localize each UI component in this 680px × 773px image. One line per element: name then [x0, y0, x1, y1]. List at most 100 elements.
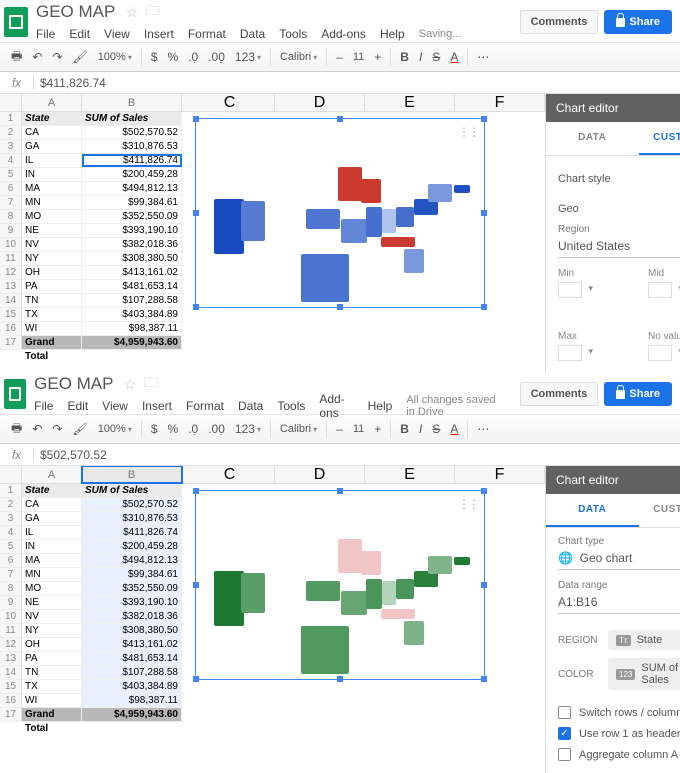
cell-state[interactable]: MA [22, 182, 82, 195]
menu-format[interactable]: Format [188, 27, 226, 41]
redo-icon[interactable]: ↷ [47, 50, 67, 64]
cell-state[interactable]: IN [22, 540, 82, 553]
data-row[interactable]: 16 WI $98,387.11 [0, 322, 185, 336]
cell-value[interactable]: $308,380.50 [82, 624, 182, 637]
col-D[interactable]: D [275, 466, 365, 483]
spreadsheet[interactable]: A B 1 State SUM of Sales 2 CA $502,570.5… [0, 94, 185, 372]
cell-state[interactable]: IN [22, 168, 82, 181]
row-number[interactable]: 13 [0, 652, 22, 665]
zoom-select[interactable]: 100%▾ [93, 423, 137, 435]
row-number[interactable]: 16 [0, 694, 22, 707]
text-color-icon[interactable]: A [445, 50, 463, 64]
cell-value[interactable]: $403,384.89 [82, 680, 182, 693]
menu-insert[interactable]: Insert [144, 27, 174, 41]
more-icon[interactable]: ⋯ [472, 50, 494, 64]
data-row[interactable]: 12 OH $413,161.02 [0, 638, 185, 652]
data-row[interactable]: 4 IL $411,826.74 [0, 154, 185, 168]
chart-selection[interactable]: ⋮⋮ [195, 490, 485, 680]
data-row[interactable]: 2 CA $502,570.52 [0, 126, 185, 140]
novalue-color[interactable] [648, 345, 672, 361]
cell-state[interactable]: PA [22, 652, 82, 665]
row-number[interactable]: 4 [0, 154, 22, 167]
region-pill[interactable]: TᴛState [608, 630, 680, 650]
resize-handle[interactable] [193, 582, 199, 588]
paint-icon[interactable]: 🖌 [67, 50, 92, 64]
cell-value[interactable]: $411,826.74 [82, 154, 182, 167]
bold-icon[interactable]: B [395, 50, 414, 64]
data-row[interactable]: 2 CA $502,570.52 [0, 498, 185, 512]
data-row[interactable]: 11 NY $308,380.50 [0, 624, 185, 638]
cell-value[interactable]: $393,190.10 [82, 596, 182, 609]
data-row[interactable]: 15 TX $403,384.89 [0, 680, 185, 694]
inc-font-icon[interactable]: + [369, 422, 386, 436]
menu-tools[interactable]: Tools [279, 27, 307, 41]
cell-value[interactable]: $481,653.14 [82, 280, 182, 293]
cell-value[interactable]: $352,550.09 [82, 582, 182, 595]
cell-value[interactable]: $413,161.02 [82, 266, 182, 279]
tab-data[interactable]: DATA [546, 494, 639, 527]
resize-handle[interactable] [481, 488, 487, 494]
resize-handle[interactable] [481, 582, 487, 588]
menu-edit[interactable]: Edit [69, 27, 90, 41]
menu-view[interactable]: View [104, 27, 130, 41]
menu-data[interactable]: Data [240, 27, 265, 41]
cell-value[interactable]: $310,876.53 [82, 140, 182, 153]
resize-handle[interactable] [193, 676, 199, 682]
menu-help[interactable]: Help [368, 399, 393, 413]
data-row[interactable]: 13 PA $481,653.14 [0, 280, 185, 294]
star-icon[interactable]: ☆ [125, 4, 138, 21]
resize-handle[interactable] [193, 304, 199, 310]
col-C[interactable]: C [185, 466, 275, 483]
aggregate-col-a[interactable]: Aggregate column A [558, 744, 680, 765]
data-row[interactable]: 9 NE $393,190.10 [0, 596, 185, 610]
menu-data[interactable]: Data [238, 399, 263, 413]
row-number[interactable]: 7 [0, 196, 22, 209]
row-number[interactable]: 5 [0, 168, 22, 181]
data-row[interactable]: 8 MO $352,550.09 [0, 582, 185, 596]
color-pill[interactable]: 123SUM of Sales [608, 658, 680, 690]
data-row[interactable]: 11 NY $308,380.50 [0, 252, 185, 266]
cell-state[interactable]: NV [22, 238, 82, 251]
grand-total-row[interactable]: 17 Grand Total $4,959,943.60 [0, 336, 185, 350]
data-row[interactable]: 4 IL $411,826.74 [0, 526, 185, 540]
col-F[interactable]: F [455, 94, 545, 111]
cell-state[interactable]: GA [22, 140, 82, 153]
data-row[interactable]: 5 IN $200,459.28 [0, 540, 185, 554]
header-row[interactable]: 1 State SUM of Sales [0, 484, 185, 498]
max-color[interactable] [558, 345, 582, 361]
share-button[interactable]: Share [604, 10, 672, 34]
cell-value[interactable]: $481,653.14 [82, 652, 182, 665]
row-number[interactable]: 14 [0, 294, 22, 307]
resize-handle[interactable] [193, 116, 199, 122]
row-number[interactable]: 6 [0, 182, 22, 195]
row-number[interactable]: 16 [0, 322, 22, 335]
sheets-icon[interactable] [4, 379, 26, 409]
row-number[interactable]: 3 [0, 140, 22, 153]
menu-insert[interactable]: Insert [142, 399, 172, 413]
data-row[interactable]: 6 MA $494,812.13 [0, 554, 185, 568]
data-row[interactable]: 8 MO $352,550.09 [0, 210, 185, 224]
resize-handle[interactable] [481, 210, 487, 216]
cell-value[interactable]: $98,387.11 [82, 322, 182, 335]
formula-bar[interactable]: $411,826.74 [34, 76, 106, 90]
row-number[interactable]: 15 [0, 308, 22, 321]
row-number[interactable]: 8 [0, 210, 22, 223]
row-number[interactable]: 11 [0, 624, 22, 637]
strike-icon[interactable]: S [427, 422, 445, 436]
cell-state[interactable]: MN [22, 196, 82, 209]
min-color[interactable] [558, 282, 582, 298]
percent-icon[interactable]: % [163, 50, 184, 64]
cell-state[interactable]: CA [22, 126, 82, 139]
data-row[interactable]: 13 PA $481,653.14 [0, 652, 185, 666]
doc-title[interactable]: GEO MAP [36, 2, 115, 22]
cell-state[interactable]: OH [22, 638, 82, 651]
strike-icon[interactable]: S [427, 50, 445, 64]
row-number[interactable]: 3 [0, 512, 22, 525]
row-number[interactable]: 8 [0, 582, 22, 595]
cell-state[interactable]: IL [22, 526, 82, 539]
numfmt-select[interactable]: 123▾ [230, 50, 266, 64]
sheets-icon[interactable] [4, 7, 28, 37]
data-row[interactable]: 12 OH $413,161.02 [0, 266, 185, 280]
section-geo[interactable]: Geo⌃ [558, 194, 680, 224]
folder-icon[interactable]: 🗀 [144, 372, 158, 396]
